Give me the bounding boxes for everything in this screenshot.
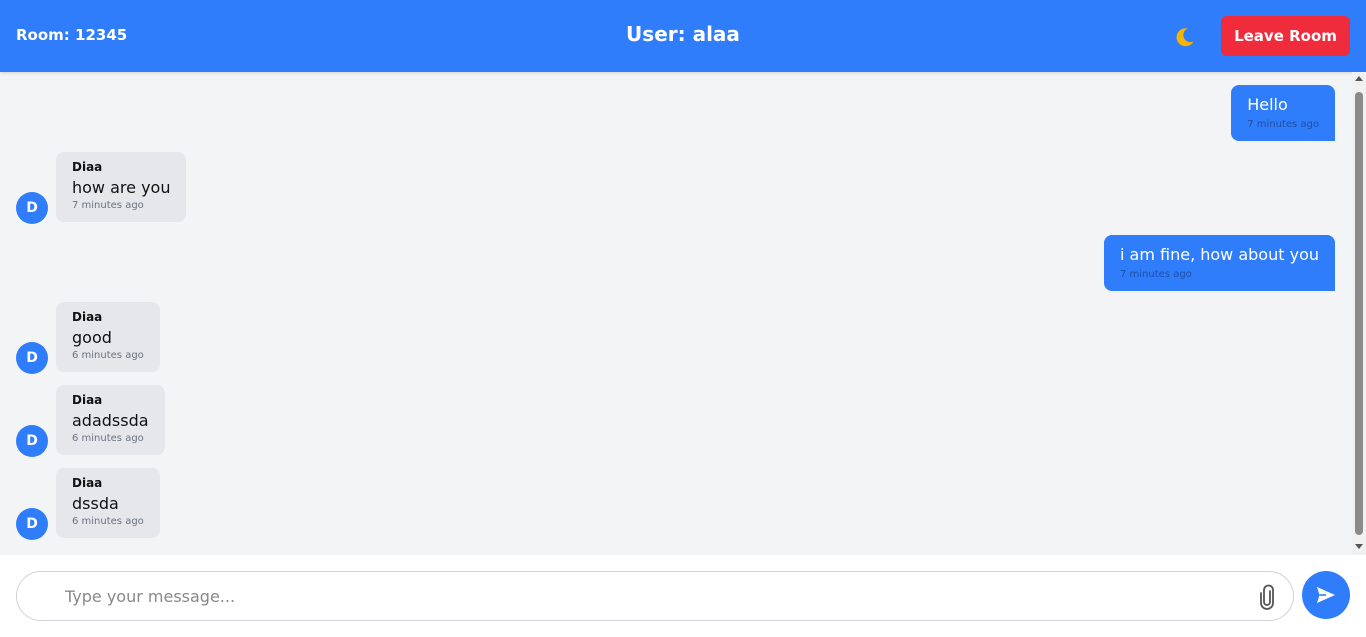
user-label: User: alaa xyxy=(626,22,740,46)
send-button[interactable] xyxy=(1302,571,1350,619)
theme-toggle-button[interactable] xyxy=(1172,24,1198,50)
message-text: Hello xyxy=(1247,95,1288,114)
scroll-up-arrow-icon[interactable] xyxy=(1355,76,1363,81)
message-composer xyxy=(0,555,1366,637)
scroll-down-arrow-icon[interactable] xyxy=(1355,544,1363,549)
message-time: 6 minutes ago xyxy=(72,516,144,527)
message-text: adadssda xyxy=(72,411,149,430)
sender-name: Diaa xyxy=(72,160,103,174)
avatar: D xyxy=(16,425,48,457)
outgoing-message: i am fine, how about you 7 minutes ago xyxy=(1104,235,1335,291)
message-input[interactable] xyxy=(65,584,1245,608)
message-bubble: Diaa dssda 6 minutes ago xyxy=(56,468,160,538)
message-input-wrapper xyxy=(16,571,1294,621)
message-bubble: Diaa how are you 7 minutes ago xyxy=(56,152,187,222)
message-time: 6 minutes ago xyxy=(72,350,144,361)
chat-header: Room: 12345 User: alaa Leave Room xyxy=(0,0,1366,72)
sender-name: Diaa xyxy=(72,310,103,324)
avatar: D xyxy=(16,508,48,540)
message-text: good xyxy=(72,328,112,347)
outgoing-message: Hello 7 minutes ago xyxy=(1231,85,1335,141)
avatar: D xyxy=(16,192,48,224)
message-text: how are you xyxy=(72,178,171,197)
attach-file-button[interactable] xyxy=(1257,584,1277,610)
scroll-thumb[interactable] xyxy=(1355,92,1363,535)
message-text: i am fine, how about you xyxy=(1120,245,1319,264)
paperclip-icon xyxy=(1260,584,1274,610)
sender-name: Diaa xyxy=(72,393,103,407)
message-time: 6 minutes ago xyxy=(72,433,144,444)
send-icon xyxy=(1317,587,1335,603)
message-time: 7 minutes ago xyxy=(1120,269,1192,280)
leave-room-button[interactable]: Leave Room xyxy=(1221,16,1350,56)
message-time: 7 minutes ago xyxy=(72,200,144,211)
sender-name: Diaa xyxy=(72,476,103,490)
message-bubble: Diaa adadssda 6 minutes ago xyxy=(56,385,165,455)
message-list[interactable]: Hello 7 minutes ago D Diaa how are you 7… xyxy=(0,72,1352,555)
moon-icon xyxy=(1176,28,1194,47)
message-text: dssda xyxy=(72,494,119,513)
message-time: 7 minutes ago xyxy=(1247,119,1319,130)
avatar: D xyxy=(16,342,48,374)
message-bubble: Diaa good 6 minutes ago xyxy=(56,302,160,372)
message-scrollbar[interactable] xyxy=(1352,72,1366,555)
